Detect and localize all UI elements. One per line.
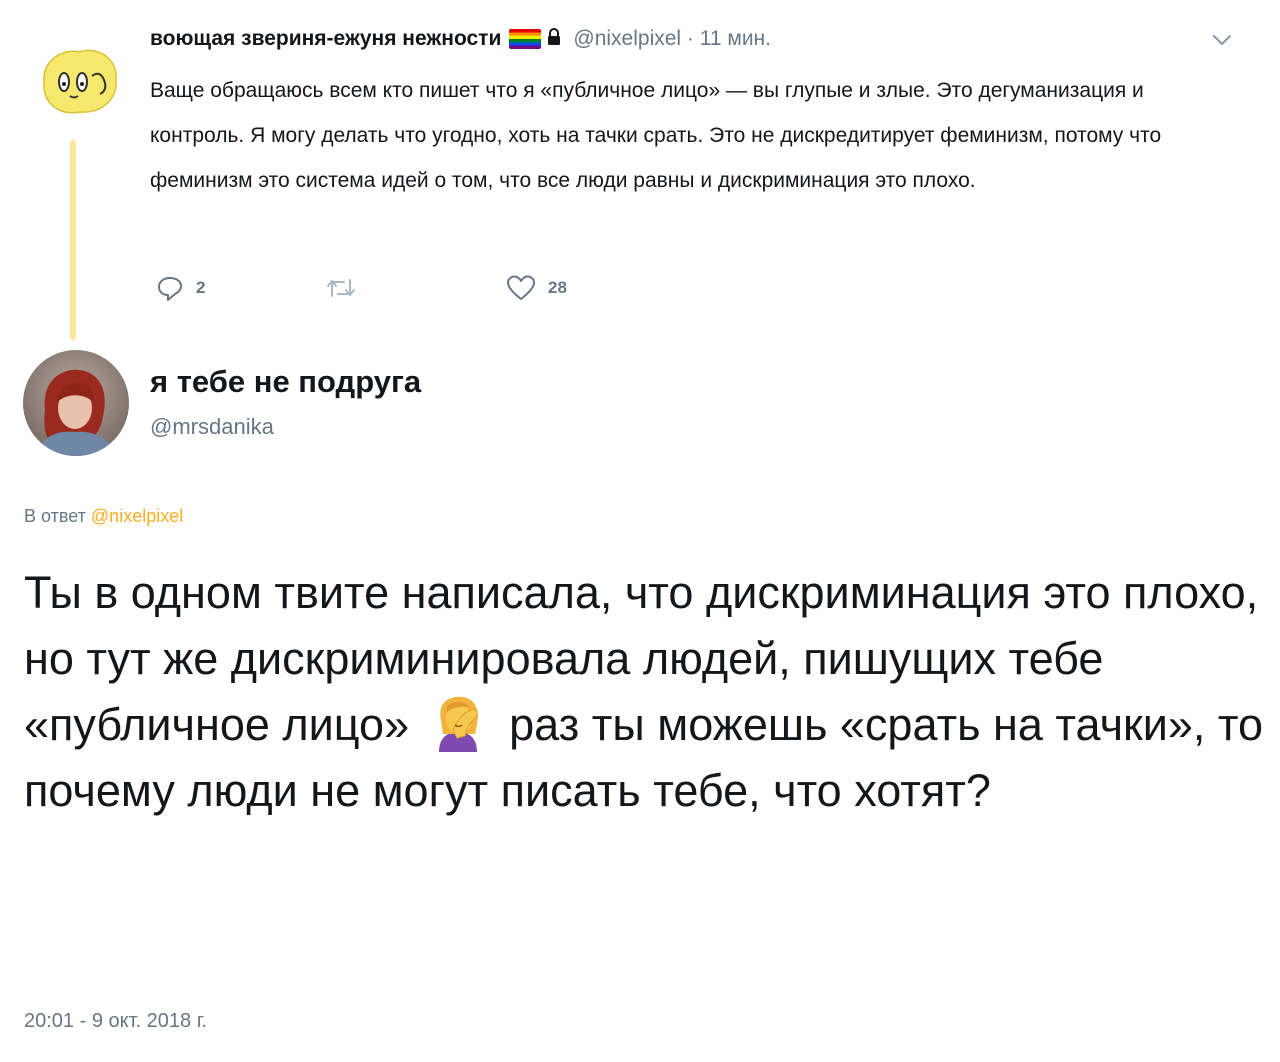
retweet-button[interactable]: [326, 276, 506, 300]
reply-handle[interactable]: @mrsdanika: [150, 414, 274, 440]
heart-icon: [507, 275, 535, 300]
reply-count: 2: [196, 278, 206, 297]
thread-connector-line: [70, 140, 76, 340]
like-count: 28: [548, 278, 567, 297]
reply-display-name[interactable]: я тебе не подруга: [150, 364, 421, 400]
chevron-down-icon[interactable]: [1210, 30, 1234, 50]
parent-avatar[interactable]: [36, 40, 120, 120]
person-facepalming-emoji-icon: [431, 694, 485, 752]
reply-mention-link[interactable]: @nixelpixel: [91, 506, 183, 526]
profile-photo-avatar: [23, 350, 129, 456]
parent-display-name[interactable]: воющая звериня-ежуня нежности: [150, 27, 501, 51]
reply-icon: [158, 277, 182, 301]
reply-tweet-text: Ты в одном твите написала, что дискримин…: [24, 560, 1264, 824]
cartoon-face-avatar-icon: [43, 49, 117, 114]
like-button[interactable]: 28: [506, 274, 567, 302]
tweet-timestamp[interactable]: 20:01 - 9 окт. 2018 г.: [24, 1010, 207, 1033]
reply-button[interactable]: 2: [156, 274, 326, 302]
parent-tweet-actions: 2 28: [156, 272, 567, 304]
parent-handle-time[interactable]: @nixelpixel · 11 мин.: [573, 27, 771, 51]
parent-tweet-text: Ваще обращаюсь всем кто пишет что я «пуб…: [150, 79, 1162, 192]
lock-icon: [547, 27, 561, 51]
parent-tweet: воющая звериня-ежуня нежности @nixelpixe…: [0, 0, 1280, 340]
rainbow-flag-icon: [509, 29, 542, 49]
reply-avatar[interactable]: [23, 350, 129, 456]
parent-tweet-header: воющая звериня-ежуня нежности @nixelpixe…: [150, 24, 771, 54]
reply-context: В ответ @nixelpixel: [24, 506, 183, 527]
retweet-icon: [327, 279, 355, 297]
reply-prefix: В ответ: [24, 506, 86, 526]
